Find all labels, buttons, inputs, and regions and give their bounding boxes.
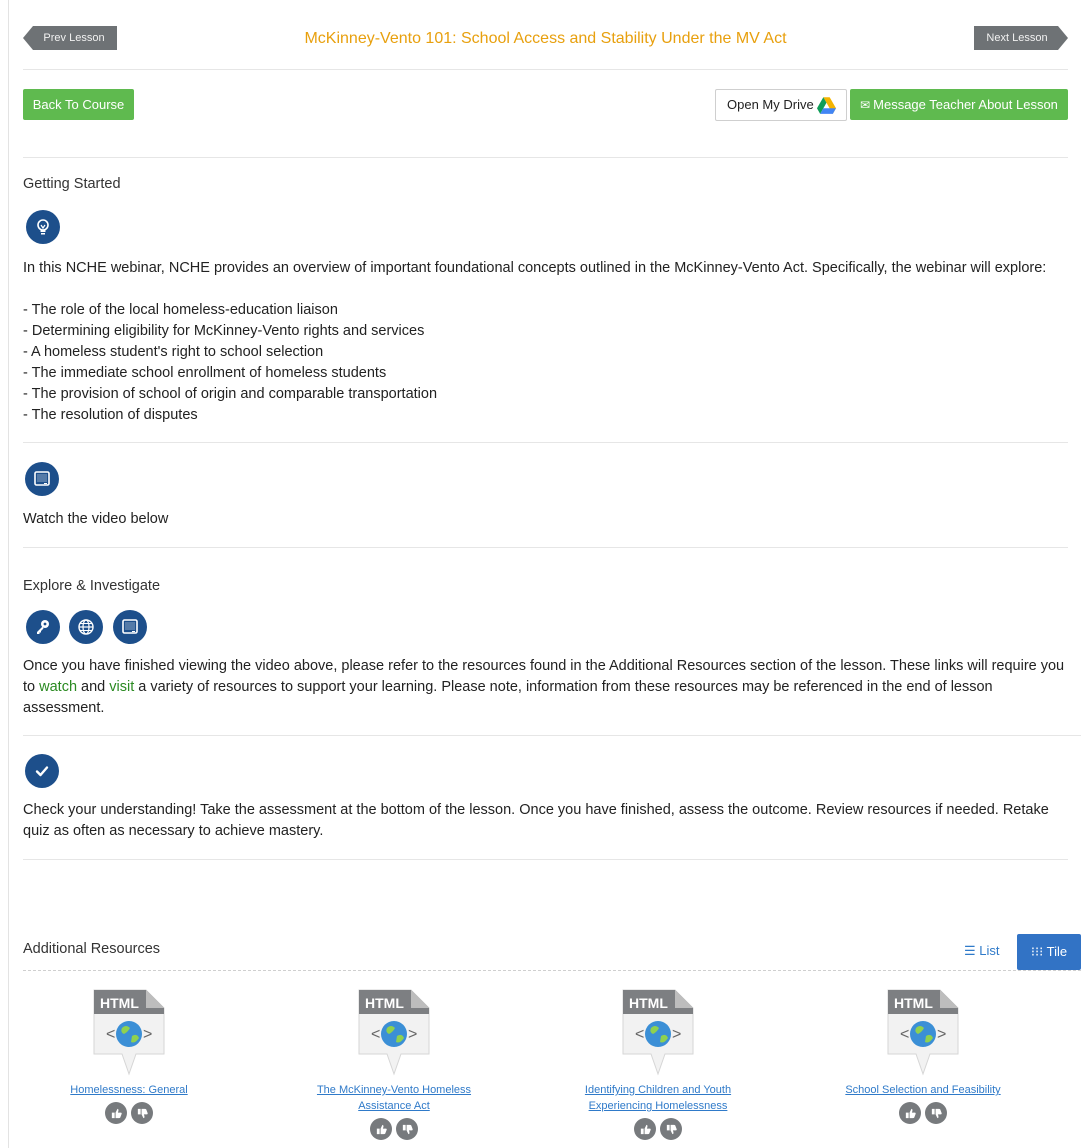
explore-text: Once you have finished viewing the video… [23, 656, 1071, 719]
explore-text-part: a variety of resources to support your l… [23, 679, 993, 716]
resources-divider [23, 970, 1081, 971]
tile-view-label: Tile [1046, 944, 1068, 959]
explore-text-part: and [77, 679, 110, 695]
resource-link[interactable]: Homelessness: General [49, 1082, 209, 1098]
lesson-title: McKinney-Vento 101: School Access and St… [304, 30, 787, 47]
html-file-icon: HTML < > [358, 989, 430, 1076]
file-type-label: HTML [894, 995, 933, 1011]
grid-icon: ⁝⁝⁝ [1030, 944, 1044, 959]
thumbs-up-icon[interactable] [105, 1102, 127, 1124]
thumbs-up-icon[interactable] [370, 1118, 392, 1140]
topic-list: - The role of the local homeless-educati… [23, 300, 823, 426]
open-my-drive-label: Open My Drive [727, 97, 814, 112]
svg-text:<: < [635, 1026, 644, 1043]
list-item: - The role of the local homeless-educati… [23, 302, 338, 318]
file-type-label: HTML [365, 995, 404, 1011]
svg-text:<: < [900, 1026, 909, 1043]
monitor-icon [113, 610, 147, 644]
list-view-label: List [979, 943, 1000, 958]
watch-video-text: Watch the video below [23, 511, 169, 527]
thumbs-down-icon[interactable] [925, 1102, 947, 1124]
svg-text:>: > [672, 1026, 681, 1043]
rating-controls [818, 1102, 1028, 1124]
list-item: - The resolution of disputes [23, 407, 198, 423]
divider [23, 735, 1081, 736]
monitor-icon [25, 462, 59, 496]
svg-text:<: < [371, 1026, 380, 1043]
divider [23, 442, 1068, 443]
check-understanding-text: Check your understanding! Take the asses… [23, 802, 1049, 839]
html-file-icon: HTML < > [93, 989, 165, 1076]
list-view-toggle[interactable]: ☰ List [964, 943, 1000, 959]
rating-controls [289, 1118, 499, 1140]
rating-controls [553, 1118, 763, 1140]
message-teacher-button[interactable]: ✉ Message Teacher About Lesson [850, 89, 1068, 120]
resource-link[interactable]: Identifying Children and Youth Experienc… [573, 1082, 743, 1114]
html-file-icon: HTML < > [887, 989, 959, 1076]
envelope-icon: ✉ [860, 98, 871, 112]
lightbulb-icon [26, 210, 60, 244]
svg-text:>: > [937, 1026, 946, 1043]
open-my-drive-button[interactable]: Open My Drive [715, 89, 847, 121]
list-item: - Determining eligibility for McKinney-V… [23, 323, 425, 339]
watch-highlight: watch [39, 679, 78, 695]
svg-text:>: > [408, 1026, 417, 1043]
thumbs-up-icon[interactable] [899, 1102, 921, 1124]
html-file-icon: HTML < > [622, 989, 694, 1076]
google-drive-icon [817, 97, 836, 114]
resource-tile: HTML < > School Selection and Feasibilit… [818, 988, 1028, 1124]
left-border [8, 0, 9, 1148]
explore-heading: Explore & Investigate [23, 578, 161, 594]
getting-started-intro: In this NCHE webinar, NCHE provides an o… [23, 260, 1047, 276]
checkmark-icon [25, 754, 59, 788]
thumbs-down-icon[interactable] [131, 1102, 153, 1124]
resource-tile: HTML < > The McKinney-Vento Homeless Ass… [289, 988, 499, 1140]
next-lesson-button[interactable]: Next Lesson [974, 26, 1068, 50]
svg-text:<: < [106, 1026, 115, 1043]
list-item: - The provision of school of origin and … [23, 386, 438, 402]
tile-view-toggle[interactable]: ⁝⁝⁝ Tile [1017, 934, 1081, 970]
divider [23, 157, 1068, 158]
additional-resources-heading: Additional Resources [23, 941, 161, 957]
thumbs-down-icon[interactable] [660, 1118, 682, 1140]
key-icon [26, 610, 60, 644]
divider [23, 859, 1068, 860]
thumbs-up-icon[interactable] [634, 1118, 656, 1140]
lesson-nav-bar: Prev Lesson McKinney-Vento 101: School A… [23, 22, 1068, 70]
back-to-course-button[interactable]: Back To Course [23, 89, 134, 120]
file-type-label: HTML [629, 995, 668, 1011]
resource-tile: HTML < > Identifying Children and Youth … [553, 988, 763, 1140]
rating-controls [24, 1102, 234, 1124]
message-teacher-label: Message Teacher About Lesson [873, 97, 1058, 112]
list-item: - A homeless student's right to school s… [23, 344, 324, 360]
list-icon: ☰ [964, 943, 976, 958]
resource-tile: HTML < > Homelessness: General [24, 988, 234, 1124]
svg-text:>: > [143, 1026, 152, 1043]
divider [23, 547, 1068, 548]
globe-icon [69, 610, 103, 644]
list-item: - The immediate school enrollment of hom… [23, 365, 387, 381]
resource-link[interactable]: The McKinney-Vento Homeless Assistance A… [309, 1082, 479, 1114]
resource-link[interactable]: School Selection and Feasibility [828, 1082, 1018, 1098]
visit-highlight: visit [109, 679, 135, 695]
getting-started-heading: Getting Started [23, 176, 121, 192]
file-type-label: HTML [100, 995, 139, 1011]
thumbs-down-icon[interactable] [396, 1118, 418, 1140]
